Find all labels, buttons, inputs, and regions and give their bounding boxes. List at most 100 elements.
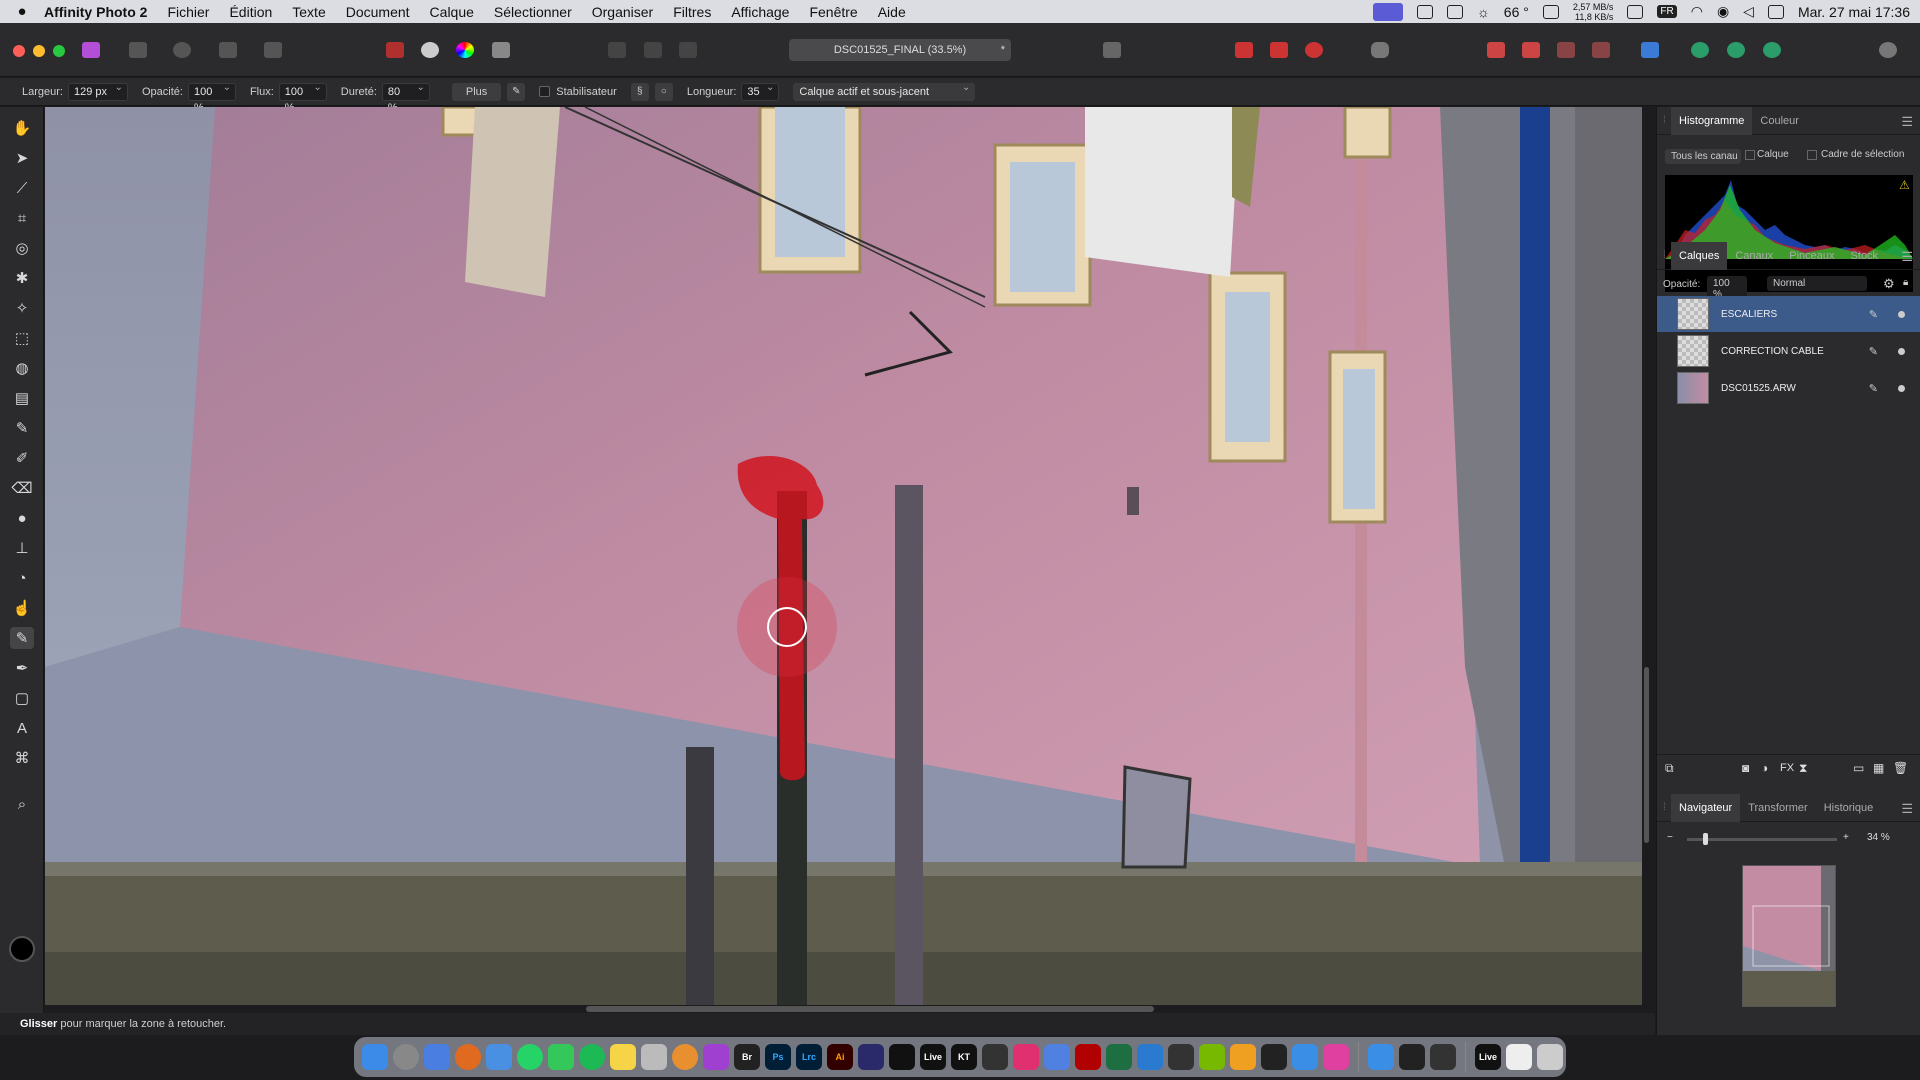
apple-menu-icon[interactable]: ●	[0, 3, 44, 20]
layer-settings-gear-icon[interactable]: ⚙	[1883, 276, 1895, 292]
channel-dropdown[interactable]: Tous les canau	[1665, 149, 1741, 164]
clone-tool-icon[interactable]: ⊥	[10, 537, 34, 559]
panel-grip-icon[interactable]: ⁞	[1663, 802, 1671, 813]
selection-mode-subtract-icon[interactable]	[639, 37, 667, 63]
arrange-back-icon[interactable]	[1587, 37, 1615, 63]
selection-mode-new-icon[interactable]	[603, 37, 631, 63]
menu-fenetre[interactable]: Fenêtre	[809, 4, 857, 20]
boolean-intersect-icon[interactable]	[1758, 37, 1786, 63]
panel-grip-icon[interactable]: ⁞	[1663, 115, 1671, 126]
network-speed[interactable]: 2,57 MB/s 11,8 KB/s	[1573, 2, 1614, 22]
navigator-menu-icon[interactable]: ☰	[1901, 801, 1913, 817]
vertical-scrollbar[interactable]	[1644, 667, 1649, 843]
selection-brush-tool-icon[interactable]: ✱	[10, 267, 34, 289]
minimize-window-button[interactable]	[33, 45, 45, 57]
boolean-subtract-icon[interactable]	[1722, 37, 1750, 63]
liquify-persona-icon[interactable]	[124, 37, 152, 63]
account-icon[interactable]	[1874, 37, 1902, 63]
selection-bounds-checkbox[interactable]	[1807, 150, 1817, 160]
add-adjustment-icon[interactable]: ◑	[1761, 761, 1768, 775]
menu-aide[interactable]: Aide	[878, 4, 906, 20]
ableton-live-icon[interactable]: Live	[920, 1044, 946, 1070]
inpainting-brush-tool-icon[interactable]: ✎	[10, 627, 34, 649]
add-mask-icon[interactable]: ◙	[1742, 761, 1749, 775]
zoom-value[interactable]: 34 %	[1867, 832, 1890, 843]
volume-icon[interactable]: ◁	[1743, 3, 1754, 20]
layer-visibility-icon[interactable]	[1898, 347, 1905, 355]
weather-icon[interactable]	[1368, 1044, 1394, 1070]
app-icon[interactable]	[424, 1044, 450, 1070]
menu-filtres[interactable]: Filtres	[673, 4, 711, 20]
excel-icon[interactable]	[1106, 1044, 1132, 1070]
system-settings-icon[interactable]	[393, 1044, 419, 1070]
app-icon[interactable]	[641, 1044, 667, 1070]
menu-app-name[interactable]: Affinity Photo 2	[44, 4, 147, 20]
opacity-field[interactable]: 100 %	[187, 80, 236, 114]
app-icon[interactable]	[1044, 1044, 1070, 1070]
tab-histogram[interactable]: Histogramme	[1671, 106, 1753, 135]
layer-brush-icon[interactable]: ✎	[1869, 382, 1878, 395]
icloud-icon[interactable]	[1292, 1044, 1318, 1070]
dodge-tool-icon[interactable]: ●	[10, 507, 34, 529]
photoshop-icon[interactable]: Ps	[765, 1044, 791, 1070]
photo-persona-icon[interactable]	[77, 37, 105, 63]
clock[interactable]: Mar. 27 mai 17:36	[1798, 4, 1910, 20]
app-icon[interactable]	[858, 1044, 884, 1070]
menu-edition[interactable]: Édition	[229, 4, 272, 20]
move-tool-icon[interactable]: ➤	[10, 147, 34, 169]
magic-wand-tool-icon[interactable]: ✧	[10, 297, 34, 319]
horizontal-scrollbar[interactable]	[586, 1006, 1154, 1012]
trash-icon[interactable]	[1537, 1044, 1563, 1070]
arrange-backward-icon[interactable]	[1552, 37, 1580, 63]
document-icon[interactable]	[1506, 1044, 1532, 1070]
document-tab[interactable]: DSC01525_FINAL (33.5%) *	[789, 39, 1011, 61]
tab-history[interactable]: Historique	[1816, 794, 1882, 822]
grid-icon[interactable]	[1416, 4, 1433, 19]
nvidia-icon[interactable]	[1199, 1044, 1225, 1070]
layer-checkbox[interactable]	[1745, 150, 1755, 160]
rectangle-tool-icon[interactable]: ▢	[10, 687, 34, 709]
app-icon[interactable]	[1230, 1044, 1256, 1070]
zoom-slider[interactable]	[1687, 838, 1837, 841]
add-fx-icon[interactable]: FX	[1780, 762, 1794, 774]
messages-icon[interactable]	[548, 1044, 574, 1070]
pen-tool-icon[interactable]: ✒	[10, 657, 34, 679]
paint-brush-tool-icon[interactable]: ✎	[10, 417, 34, 439]
marquee-tool-icon[interactable]: ⬚	[10, 327, 34, 349]
sampling-dropdown[interactable]: Calque actif et sous-jacent	[793, 80, 976, 101]
zoom-tool-icon[interactable]: ⌕	[10, 793, 34, 815]
firefox-icon[interactable]	[455, 1044, 481, 1070]
rope-mode-icon[interactable]: §	[630, 82, 649, 101]
zoom-in-icon[interactable]: +	[1843, 832, 1849, 843]
width-field[interactable]: 129 px	[67, 80, 128, 101]
close-window-button[interactable]	[13, 45, 25, 57]
navigator-preview[interactable]	[1742, 865, 1836, 1007]
text-tool-icon[interactable]: A	[10, 717, 34, 739]
app-icon[interactable]	[1430, 1044, 1456, 1070]
menu-affichage[interactable]: Affichage	[731, 4, 789, 20]
layer-row[interactable]: CORRECTION CABLE ✎	[1657, 333, 1920, 369]
lightroom-classic-icon[interactable]: Lrc	[796, 1044, 822, 1070]
terminal-icon[interactable]	[889, 1044, 915, 1070]
boolean-add-icon[interactable]	[1686, 37, 1714, 63]
illustrator-icon[interactable]: Ai	[827, 1044, 853, 1070]
document-canvas[interactable]	[45, 107, 1642, 1005]
tab-layers[interactable]: Calques	[1671, 241, 1728, 270]
develop-persona-icon[interactable]	[168, 37, 196, 63]
affinity-photo-icon[interactable]	[703, 1044, 729, 1070]
auto-colors-icon[interactable]	[451, 37, 479, 63]
length-field[interactable]: 35	[741, 80, 780, 101]
snapping-icon[interactable]	[1230, 37, 1258, 63]
preview-mode-icon[interactable]	[1366, 37, 1394, 63]
unity-icon[interactable]	[982, 1044, 1008, 1070]
histogram-menu-icon[interactable]: ☰	[1901, 114, 1913, 130]
export-persona-icon[interactable]	[259, 37, 287, 63]
arrange-front-icon[interactable]	[1482, 37, 1510, 63]
quick-mask-icon[interactable]	[1098, 37, 1126, 63]
more-button[interactable]: Plus	[451, 82, 502, 101]
user-icon[interactable]: ◉	[1717, 3, 1729, 20]
layers-menu-icon[interactable]: ☰	[1901, 249, 1913, 265]
zoom-window-button[interactable]	[53, 45, 65, 57]
color-picker-tool-icon[interactable]: ⟋	[10, 177, 34, 199]
add-group-icon[interactable]: ▭	[1853, 761, 1864, 775]
